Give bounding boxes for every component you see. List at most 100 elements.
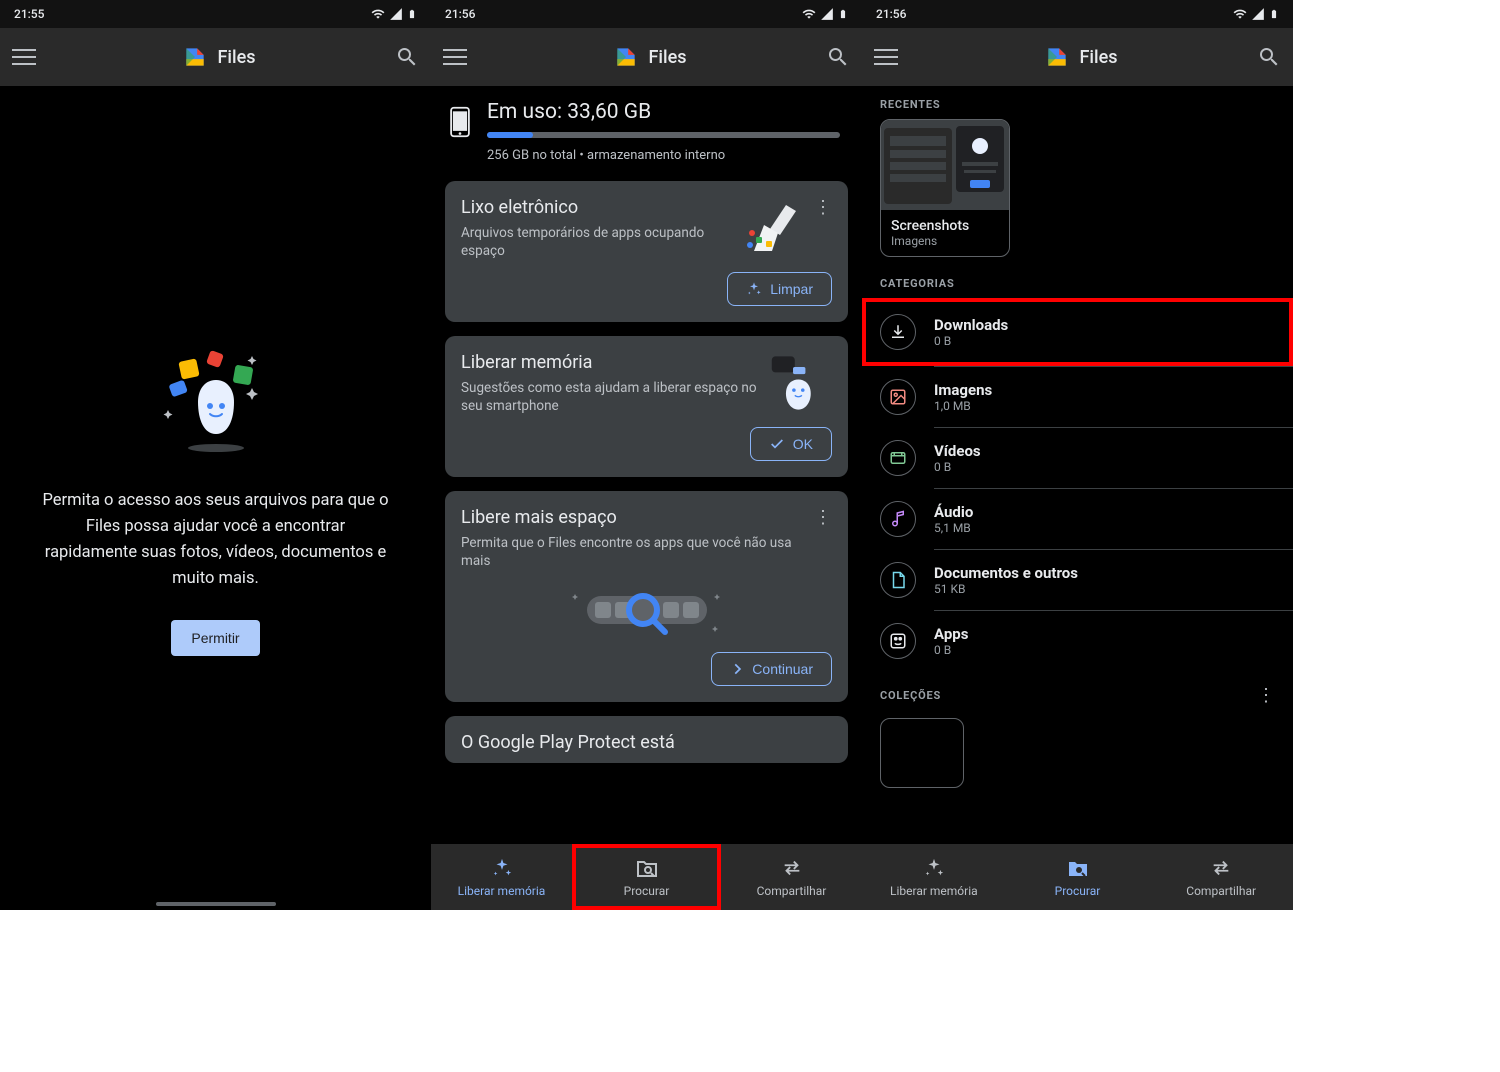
recents-header: RECENTES <box>862 86 1293 119</box>
button-label: Limpar <box>770 281 813 297</box>
button-label: Continuar <box>752 661 813 677</box>
battery-icon <box>407 7 417 21</box>
category-title: Áudio <box>934 503 1275 521</box>
signal-icon <box>1251 7 1265 21</box>
files-logo-icon <box>613 44 639 70</box>
nav-label: Procurar <box>1055 884 1101 898</box>
card-title: Libere mais espaço <box>461 507 804 528</box>
nav-browse[interactable]: Procurar <box>1006 844 1150 910</box>
sparkle-icon <box>746 281 762 297</box>
swap-icon <box>781 857 803 879</box>
category-title: Downloads <box>934 316 1273 334</box>
card-menu-icon[interactable]: ⋮ <box>814 507 832 528</box>
storage-summary[interactable]: Em uso: 33,60 GB 256 GB no total • armaz… <box>431 86 862 181</box>
collections-menu-icon[interactable]: ⋮ <box>1257 685 1275 706</box>
category-audio[interactable]: Áudio5,1 MB <box>862 489 1293 549</box>
nav-share[interactable]: Compartilhar <box>1149 844 1293 910</box>
status-bar: 21:55 <box>0 0 431 28</box>
nav-clean[interactable]: Liberar memória <box>862 844 1006 910</box>
search-icon[interactable] <box>395 45 419 69</box>
status-icons <box>802 7 848 21</box>
recent-subtitle: Imagens <box>891 234 999 248</box>
wifi-icon <box>802 7 816 21</box>
menu-button[interactable] <box>12 42 42 72</box>
categories-header: CATEGORIAS <box>862 265 1293 298</box>
category-documents[interactable]: Documentos e outros51 KB <box>862 550 1293 610</box>
panel-clean: 21:56 Files Em uso: 33,60 GB 256 GB no t… <box>431 0 862 910</box>
category-size: 51 KB <box>934 582 1275 596</box>
bottom-nav: Liberar memória Procurar Compartilhar <box>431 844 862 910</box>
category-size: 0 B <box>934 643 1275 657</box>
bottom-nav: Liberar memória Procurar Compartilhar <box>862 844 1293 910</box>
blob-phone-icon <box>770 352 832 414</box>
ok-button[interactable]: OK <box>750 427 832 461</box>
category-title: Imagens <box>934 381 1275 399</box>
folder-search-icon <box>1066 857 1090 879</box>
recent-thumbnail <box>881 120 1009 210</box>
video-icon <box>889 449 907 467</box>
folder-search-icon <box>635 857 659 879</box>
category-size: 5,1 MB <box>934 521 1275 535</box>
search-icon[interactable] <box>826 45 850 69</box>
chevron-right-icon <box>730 662 744 676</box>
menu-button[interactable] <box>874 42 904 72</box>
nav-clean[interactable]: Liberar memória <box>431 844 572 910</box>
category-apps[interactable]: Apps0 B <box>862 611 1293 671</box>
card-play-protect: O Google Play Protect está <box>445 716 848 763</box>
wifi-icon <box>1233 7 1247 21</box>
allow-button[interactable]: Permitir <box>171 620 259 656</box>
files-logo-icon <box>182 44 208 70</box>
phone-icon <box>449 106 471 138</box>
category-size: 1,0 MB <box>934 399 1275 413</box>
category-size: 0 B <box>934 334 1273 348</box>
broom-icon <box>742 197 804 259</box>
category-title: Apps <box>934 625 1275 643</box>
nav-label: Compartilhar <box>1186 884 1256 898</box>
nav-browse[interactable]: Procurar <box>572 844 721 910</box>
clean-button[interactable]: Limpar <box>727 272 832 306</box>
card-title: Liberar memória <box>461 352 760 373</box>
files-blob-illustration <box>156 340 276 460</box>
swap-icon <box>1210 857 1232 879</box>
category-videos[interactable]: Vídeos0 B <box>862 428 1293 488</box>
card-more-space: Libere mais espaço Permita que o Files e… <box>445 491 848 702</box>
card-title: Lixo eletrônico <box>461 197 732 218</box>
app-bar: Files <box>431 28 862 86</box>
category-images[interactable]: Imagens1,0 MB <box>862 367 1293 427</box>
recent-screenshots[interactable]: Screenshots Imagens <box>880 119 1010 257</box>
nav-label: Procurar <box>624 884 670 898</box>
check-icon <box>769 436 785 452</box>
nav-label: Compartilhar <box>757 884 827 898</box>
nav-share[interactable]: Compartilhar <box>721 844 862 910</box>
category-size: 0 B <box>934 460 1275 474</box>
card-desc: Arquivos temporários de apps ocupando es… <box>461 224 732 260</box>
app-title: Files <box>218 47 256 68</box>
document-icon <box>889 571 907 589</box>
signal-icon <box>389 7 403 21</box>
search-icon[interactable] <box>1257 45 1281 69</box>
menu-button[interactable] <box>443 42 473 72</box>
app-title: Files <box>1080 47 1118 68</box>
music-icon <box>889 510 907 528</box>
status-bar: 21:56 <box>431 0 862 28</box>
sparkle-icon <box>923 857 945 879</box>
button-label: OK <box>793 436 813 452</box>
signal-icon <box>820 7 834 21</box>
card-menu-icon[interactable]: ⋮ <box>814 197 832 218</box>
permission-message: Permita o acesso aos seus arquivos para … <box>40 488 391 592</box>
app-bar: Files <box>862 28 1293 86</box>
continue-button[interactable]: Continuar <box>711 652 832 686</box>
storage-progress <box>487 132 840 138</box>
status-bar: 21:56 <box>862 0 1293 28</box>
download-icon <box>889 323 907 341</box>
app-title: Files <box>649 47 687 68</box>
panel-browse: 21:56 Files RECENTES Screenshots Imagens… <box>862 0 1293 910</box>
sparkle-icon <box>491 857 513 879</box>
storage-total-text: 256 GB no total • armazenamento interno <box>487 148 840 163</box>
image-icon <box>889 388 907 406</box>
panel-permission: 21:55 Files <box>0 0 431 910</box>
category-downloads[interactable]: Downloads0 B <box>866 302 1287 362</box>
app-bar: Files <box>0 28 431 86</box>
add-collection[interactable] <box>880 718 964 788</box>
card-desc: Sugestões como esta ajudam a liberar esp… <box>461 379 760 415</box>
